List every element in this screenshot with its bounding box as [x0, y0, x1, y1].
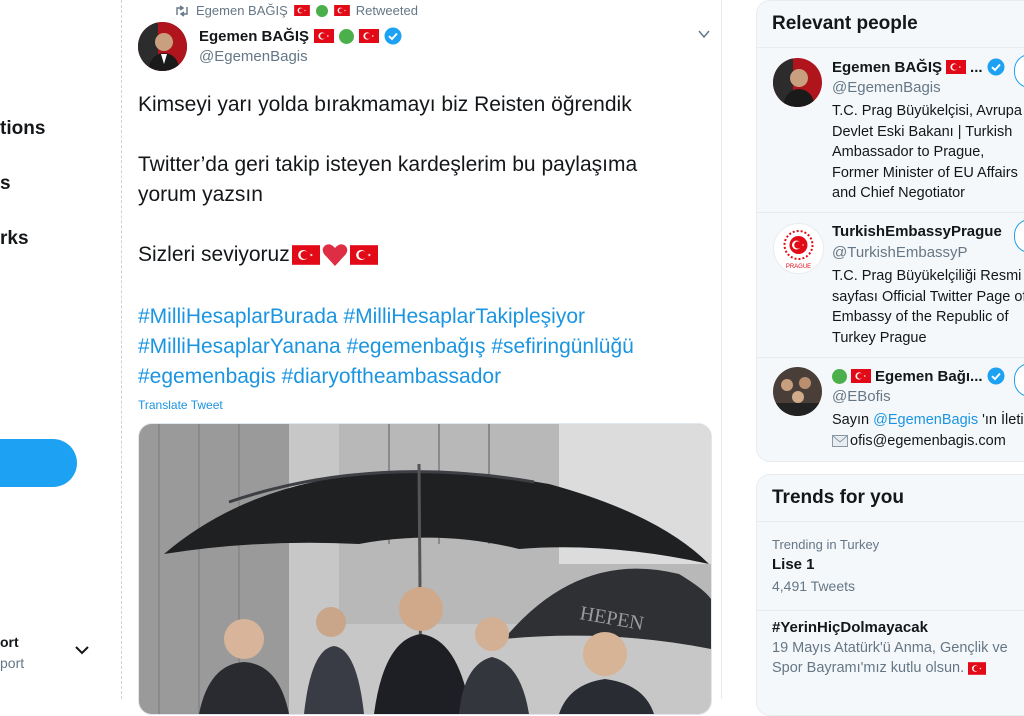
- turkey-flag-icon: [333, 5, 350, 16]
- embassy-logo: PRAGUE: [783, 230, 814, 270]
- verified-badge-icon: [987, 367, 1005, 385]
- trend-meta: Trending in Turkey: [772, 537, 880, 552]
- follow-button[interactable]: [1014, 54, 1024, 88]
- author-name[interactable]: Egemen BAĞIŞ: [199, 28, 309, 45]
- retweet-context: Egemen BAĞIŞ Retweeted: [174, 3, 418, 18]
- tweet-photo[interactable]: HEPEN: [138, 423, 712, 715]
- person-avatar[interactable]: [773, 367, 822, 416]
- hashtag-link[interactable]: #sefiringünlüğü: [491, 335, 633, 358]
- translate-tweet-link[interactable]: Translate Tweet: [138, 398, 223, 412]
- tweet-button[interactable]: [0, 439, 77, 487]
- tweet-text: Kimseyi yarı yolda bırakmamayı biz Reist…: [138, 90, 708, 270]
- trend-name[interactable]: Lise 1: [772, 556, 879, 573]
- photo-umbrellas: HEPEN: [139, 424, 711, 714]
- embassy-logo-text: PRAGUE: [786, 264, 811, 270]
- trends-title: Trends for you: [757, 475, 1024, 522]
- hashtag-link[interactable]: #MilliHesaplarTakipleşiyor: [343, 305, 585, 328]
- turkey-flag-icon: [968, 661, 987, 675]
- person-handle[interactable]: @EBofis: [832, 388, 891, 405]
- follow-button[interactable]: [1014, 219, 1024, 253]
- retweeter-name[interactable]: Egemen BAĞIŞ: [196, 3, 288, 18]
- name-ellipsis: ...: [970, 58, 983, 76]
- green-circle-icon: [315, 4, 328, 17]
- trend-item[interactable]: #YerinHiçDolmayacak 19 Mayıs Atatürk'ü A…: [772, 619, 1024, 678]
- avatar-photo: [138, 22, 187, 71]
- chevron-down-icon[interactable]: [74, 642, 90, 658]
- hashtag-block: #MilliHesaplarBurada #MilliHesaplarTakip…: [138, 302, 708, 392]
- turkey-flag-icon: [851, 369, 871, 383]
- person-name-row[interactable]: Egemen BAĞIŞ ...: [832, 58, 1005, 76]
- person-bio: T.C. Prag Büyükelçisi, Avrupa Devlet Esk…: [832, 103, 1022, 201]
- left-sidebar: tions s rks ort port: [0, 0, 120, 699]
- mention-link[interactable]: @EgemenBagis: [873, 412, 978, 428]
- account-name[interactable]: ort: [0, 634, 19, 650]
- tweet-line: Twitter’da geri takip isteyen kardeşleri…: [138, 153, 638, 206]
- turkey-flag-icon: [349, 245, 378, 265]
- chevron-down-icon[interactable]: [697, 27, 711, 41]
- author-handle[interactable]: @EgemenBagis: [199, 48, 308, 65]
- account-handle[interactable]: port: [0, 655, 24, 671]
- hashtag-link[interactable]: #diaryoftheambassador: [282, 365, 501, 388]
- turkey-flag-icon: [946, 60, 967, 74]
- person-card[interactable]: PRAGUE TurkishEmbassyPrague @TurkishEmba…: [757, 219, 1024, 358]
- hashtag-link[interactable]: #egemenbagis: [138, 365, 276, 388]
- person-avatar[interactable]: PRAGUE: [773, 223, 824, 274]
- turkey-flag-icon: [314, 29, 335, 43]
- bio-text: Sayın: [832, 412, 874, 428]
- person-name[interactable]: TurkishEmbassyPrague: [832, 223, 1002, 240]
- avatar-photo: [773, 58, 822, 107]
- verified-badge-icon: [384, 27, 402, 45]
- trend-name[interactable]: #YerinHiçDolmayacak: [772, 619, 1024, 636]
- person-handle[interactable]: @EgemenBagis: [832, 79, 941, 96]
- trend-item[interactable]: Trending in Turkey Lise 1 4,491 Tweets: [772, 537, 879, 594]
- author-avatar[interactable]: [138, 22, 187, 71]
- person-bio: T.C. Prag Büyükelçiliği Resmi sayfası Of…: [832, 268, 1024, 346]
- relevant-people-title: Relevant people: [757, 1, 1024, 48]
- retweet-icon: [176, 4, 188, 17]
- tweet-detail: Egemen BAĞIŞ Retweeted Egemen BAĞIŞ @Ege…: [121, 0, 722, 715]
- nav-item-bookmarks[interactable]: rks: [0, 228, 29, 250]
- hashtag-link[interactable]: #egemenbağış: [347, 335, 486, 358]
- hashtag-link[interactable]: #MilliHesaplarBurada: [138, 305, 338, 328]
- verified-badge-icon: [987, 58, 1005, 76]
- green-circle-icon: [832, 368, 847, 384]
- turkey-flag-icon: [293, 5, 310, 16]
- trends-panel: Trends for you Trending in Turkey Lise 1…: [756, 474, 1024, 716]
- person-bio: Sayın @EgemenBagis 'ın İletişim ofis@ege…: [832, 410, 1024, 451]
- envelope-icon: [832, 434, 848, 447]
- retweeted-label: Retweeted: [355, 3, 418, 18]
- turkey-flag-icon: [359, 29, 380, 43]
- nav-item-notifications[interactable]: tions: [0, 118, 45, 140]
- person-name[interactable]: Egemen Bağı...: [875, 368, 983, 385]
- person-handle[interactable]: @TurkishEmbassyP: [832, 244, 968, 261]
- divider: [757, 610, 1024, 611]
- person-avatar[interactable]: [773, 58, 822, 107]
- nav-item-messages[interactable]: s: [0, 173, 11, 195]
- person-name-row[interactable]: Egemen Bağı...: [832, 367, 1005, 385]
- author-name-row[interactable]: Egemen BAĞIŞ: [199, 27, 402, 45]
- tweet-line: Kimseyi yarı yolda bırakmamayı biz Reist…: [138, 93, 632, 116]
- follow-button[interactable]: [1014, 363, 1024, 397]
- person-card[interactable]: Egemen BAĞIŞ ... @EgemenBagis T.C. Prag …: [757, 54, 1024, 213]
- red-heart-icon: [322, 244, 348, 266]
- bio-email: ofis@egemenbagis.com: [850, 432, 1006, 449]
- turkey-flag-icon: [291, 245, 320, 265]
- trend-count: 4,491 Tweets: [772, 578, 856, 594]
- tweet-line: Sizleri seviyoruz: [138, 243, 290, 266]
- avatar-photo: [773, 367, 822, 416]
- person-name[interactable]: Egemen BAĞIŞ: [832, 59, 942, 76]
- person-card[interactable]: Egemen Bağı... @EBofis Sayın @EgemenBagi…: [757, 363, 1024, 457]
- hashtag-link[interactable]: #MilliHesaplarYanana: [138, 335, 341, 358]
- relevant-people-panel: Relevant people Egemen BAĞIŞ ... @Egemen…: [756, 0, 1024, 462]
- green-circle-icon: [339, 28, 355, 44]
- tweet-line-emoji: Sizleri seviyoruz: [138, 240, 708, 270]
- bio-text: 'ın İletişim: [982, 412, 1024, 428]
- trend-description: 19 Mayıs Atatürk'ü Anma, Gençlik ve Spor…: [772, 638, 1024, 678]
